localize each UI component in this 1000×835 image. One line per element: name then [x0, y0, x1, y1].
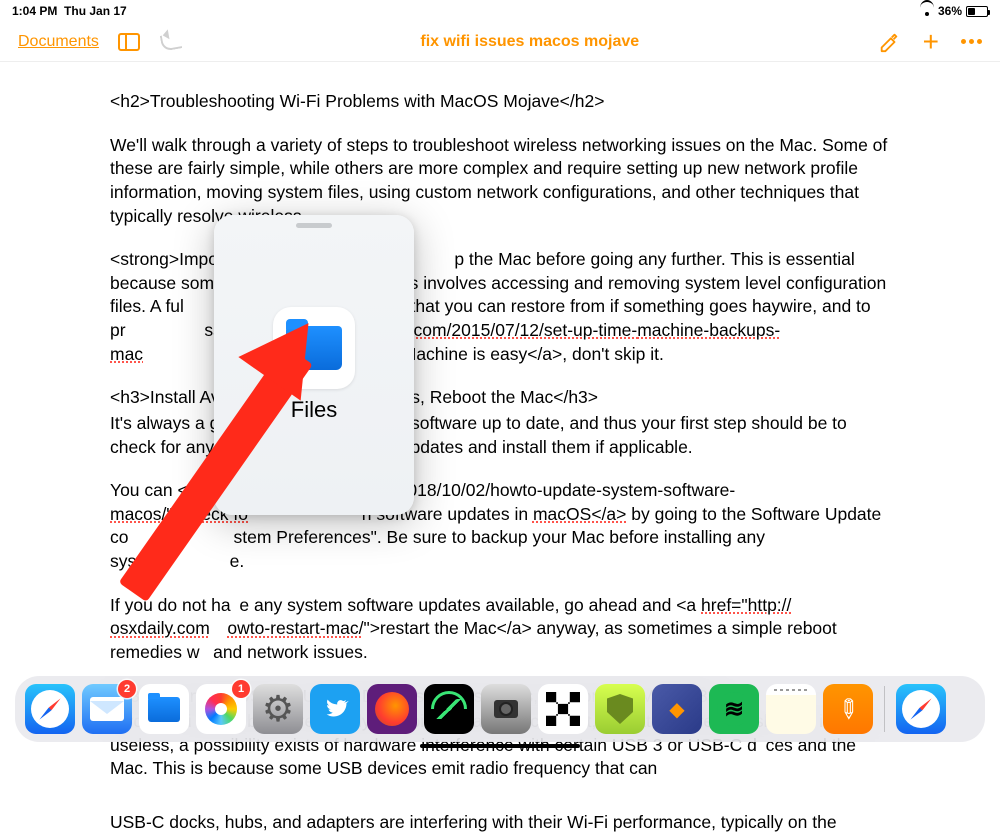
folder-icon: [286, 326, 342, 370]
wifi-icon: [920, 6, 934, 16]
folder-icon: [148, 697, 180, 722]
home-indicator[interactable]: [420, 744, 580, 748]
dock-app-camera[interactable]: [481, 684, 531, 734]
dock-app-twitter[interactable]: [310, 684, 360, 734]
dock-app-photos[interactable]: 1: [196, 684, 246, 734]
dock-app-mail[interactable]: 2: [82, 684, 132, 734]
dock-app-shield[interactable]: [595, 684, 645, 734]
format-brush-button[interactable]: [877, 31, 901, 53]
add-button[interactable]: +: [923, 28, 939, 56]
dock-app-game[interactable]: [652, 684, 702, 734]
files-app-icon[interactable]: [273, 307, 355, 389]
doc-line: We'll walk through a variety of steps to…: [110, 134, 890, 229]
files-app-label: Files: [291, 397, 337, 423]
undo-button[interactable]: [159, 31, 183, 53]
dock-app-firefox[interactable]: [367, 684, 417, 734]
slideover-panel[interactable]: Files: [214, 215, 414, 515]
dock-app-pages[interactable]: [823, 684, 873, 734]
doc-line: If you do not haxe any system software u…: [110, 594, 890, 665]
dock-app-crossword[interactable]: [538, 684, 588, 734]
dock: 2 1: [15, 676, 985, 742]
slideover-handle[interactable]: [296, 223, 332, 228]
doc-line: <h2>Troubleshooting Wi-Fi Problems with …: [110, 90, 890, 114]
more-button[interactable]: [961, 39, 982, 44]
undo-icon: [160, 32, 182, 51]
status-date: Thu Jan 17: [64, 4, 127, 18]
status-bar: 1:04 PM Thu Jan 17 36%: [0, 0, 1000, 22]
mail-badge: 2: [118, 680, 136, 698]
documents-back-button[interactable]: Documents: [18, 33, 99, 51]
photos-badge: 1: [232, 680, 250, 698]
app-toolbar: Documents fix wifi issues macos mojave +: [0, 22, 1000, 62]
doc-line: USB-C docks, hubs, and adapters are inte…: [110, 811, 890, 835]
document-title[interactable]: fix wifi issues macos mojave: [201, 33, 859, 51]
battery-pct: 36%: [938, 4, 962, 18]
dock-app-settings[interactable]: [253, 684, 303, 734]
battery-icon: [966, 6, 988, 17]
dock-separator: [884, 686, 885, 732]
dock-app-spotify[interactable]: [709, 684, 759, 734]
dock-app-files[interactable]: [139, 684, 189, 734]
sidebar-toggle-button[interactable]: [117, 31, 141, 53]
dock-recent-safari[interactable]: [896, 684, 946, 734]
dock-app-safari[interactable]: [25, 684, 75, 734]
sidebar-icon: [118, 33, 140, 51]
dock-app-stocks[interactable]: [424, 684, 474, 734]
dock-app-notes[interactable]: [766, 684, 816, 734]
status-time: 1:04 PM: [12, 4, 57, 18]
